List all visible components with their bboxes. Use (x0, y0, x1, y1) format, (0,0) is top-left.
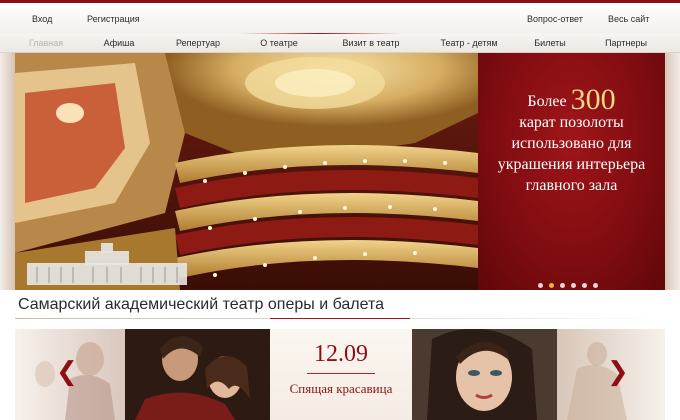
hero-fact-body: карат позолоты использовано для украшени… (497, 114, 646, 194)
chevron-left-icon: ❮ (56, 357, 78, 387)
sitemap-link[interactable]: Весь сайт (608, 14, 649, 24)
hero-fact-text: Более 300 карат позолоты использовано дл… (486, 85, 657, 196)
chevron-right-icon: ❯ (607, 357, 629, 387)
hero-slider: Более 300 карат позолоты использовано дл… (0, 53, 680, 290)
carousel-next-button[interactable]: ❯ (607, 359, 629, 385)
slider-dot-6[interactable] (593, 283, 598, 288)
nav-item-home[interactable]: Главная (29, 38, 63, 48)
register-link[interactable]: Регистрация (87, 14, 140, 24)
main-navigation: Главная Афиша Репертуар О театре Визит в… (0, 33, 680, 53)
slider-dot-5[interactable] (582, 283, 587, 288)
event-date: 12.09 (314, 341, 368, 367)
hero-fact-panel: Более 300 карат позолоты использовано дл… (478, 53, 665, 290)
hero-edge-right (665, 53, 680, 290)
login-link[interactable]: Вход (32, 14, 52, 24)
nav-item-afisha[interactable]: Афиша (104, 38, 135, 48)
nav-accent-line (240, 33, 400, 34)
nav-item-repertoire[interactable]: Репертуар (176, 38, 220, 48)
event-date-divider (307, 373, 375, 374)
title-divider-accent (270, 318, 410, 319)
nav-item-children[interactable]: Театр - детям (440, 38, 497, 48)
nav-item-visit[interactable]: Визит в театр (342, 38, 399, 48)
slider-dot-3[interactable] (560, 283, 565, 288)
nav-item-about[interactable]: О театре (260, 38, 297, 48)
event-title: Спящая красавица (289, 381, 393, 396)
hero-fact-number: 300 (570, 83, 616, 116)
page-title: Самарский академический театр оперы и ба… (18, 296, 385, 313)
slider-dot-1[interactable] (538, 283, 543, 288)
slider-pagination (538, 275, 604, 288)
events-carousel: ❮ 12.09 Спящая красавица ❯ (0, 329, 680, 420)
slider-dot-2[interactable] (549, 283, 554, 288)
nav-item-partners[interactable]: Партнеры (605, 38, 647, 48)
hero-edge-left (0, 53, 15, 290)
utility-bar: Вход Регистрация Вопрос-ответ Весь сайт (0, 3, 680, 33)
hero-photo-theatre-hall (15, 53, 478, 290)
hero-fact-lead: Более (527, 93, 567, 110)
event-tile-portrait[interactable] (412, 329, 557, 420)
nav-item-tickets[interactable]: Билеты (534, 38, 565, 48)
theatre-hall-illustration (15, 53, 478, 290)
event-tile-featured[interactable]: 12.09 Спящая красавица (270, 329, 412, 420)
woman-portrait-image (412, 329, 557, 420)
faq-link[interactable]: Вопрос-ответ (527, 14, 583, 24)
slider-dot-4[interactable] (571, 283, 576, 288)
couple-performers-image (125, 329, 270, 420)
event-tile-opera[interactable] (125, 329, 270, 420)
hero-fact-lead-line: Более 300 (486, 85, 657, 115)
carousel-prev-button[interactable]: ❮ (56, 359, 78, 385)
